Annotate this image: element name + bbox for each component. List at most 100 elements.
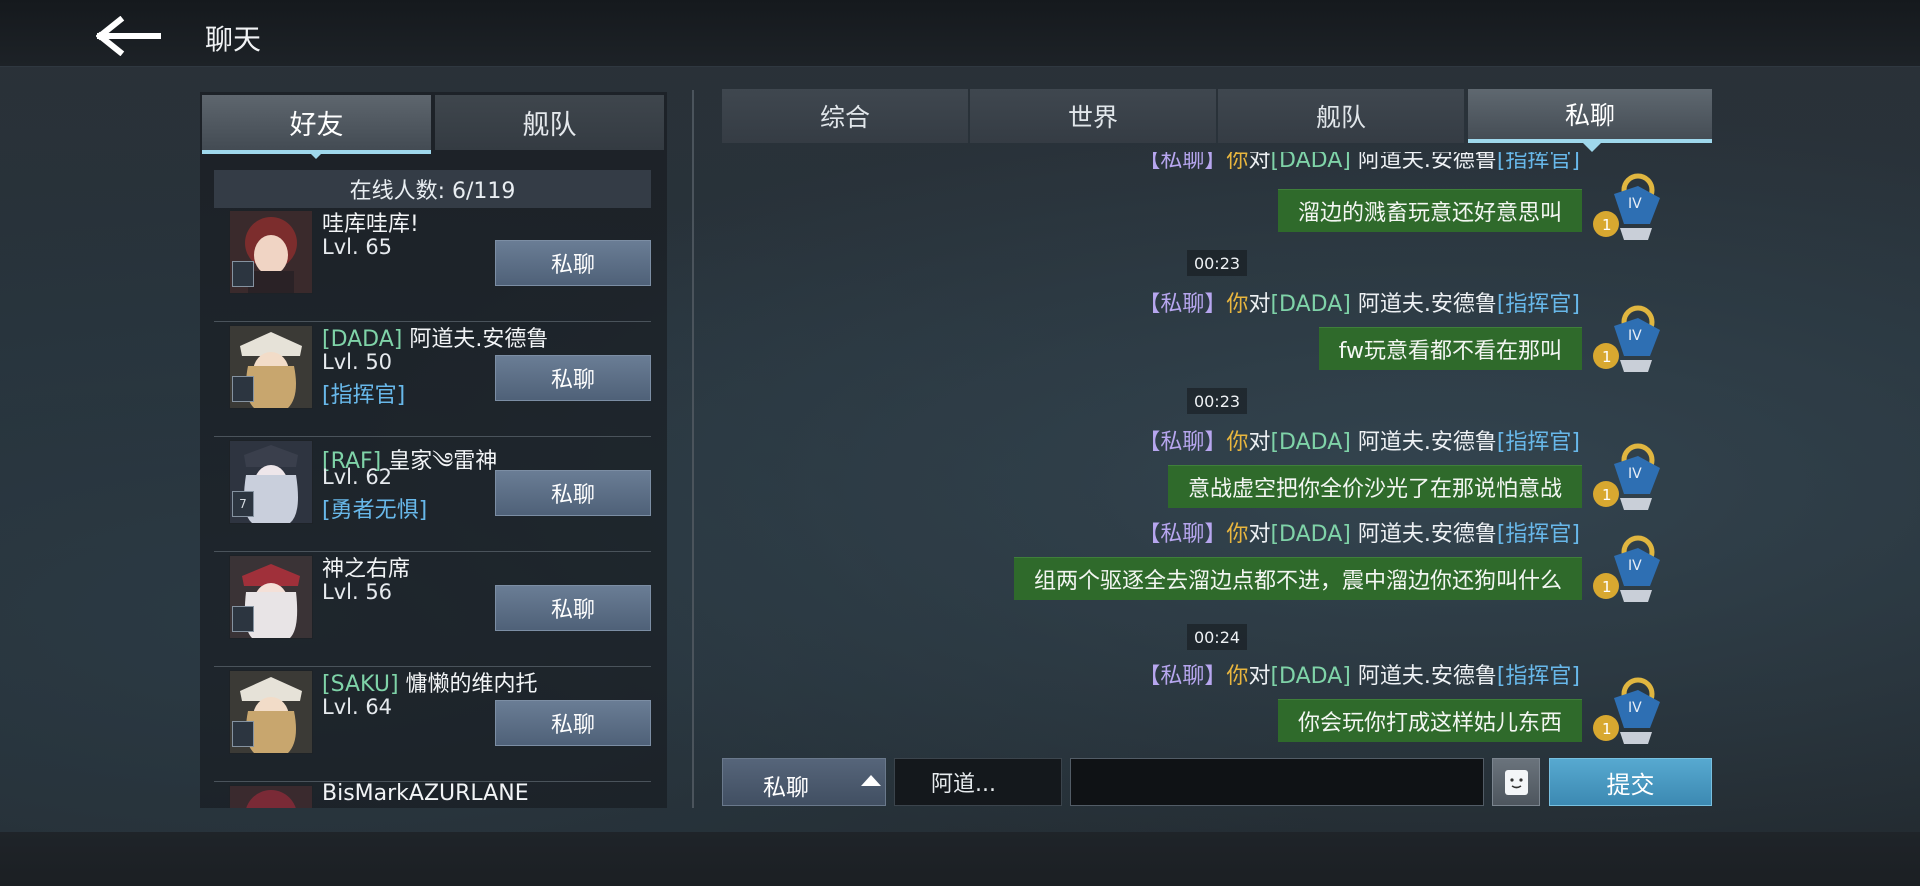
recipient-rank: [指挥官] (1496, 430, 1580, 455)
svg-text:1: 1 (1602, 216, 1612, 234)
private-chat-button[interactable]: 私聊 (495, 355, 651, 401)
bottom-band (0, 832, 1920, 886)
channel-select-label: 私聊 (763, 775, 809, 801)
message-header: 【私聊】你对[DADA] 阿道夫.安德鲁[指挥官] (1138, 286, 1580, 318)
chevron-up-icon (861, 775, 881, 786)
sender-label: 你 (1226, 664, 1249, 689)
timestamp: 00:23 (1187, 388, 1247, 414)
friend-level: Lvl. 65 (322, 235, 393, 259)
emoji-icon (1505, 770, 1528, 795)
avatar (229, 210, 313, 294)
private-chat-button[interactable]: 私聊 (495, 240, 651, 286)
tab-private[interactable]: 私聊 (1468, 89, 1712, 143)
panel-divider (692, 90, 694, 808)
channel-label: 【私聊】 (1138, 664, 1227, 689)
tab-fleet[interactable]: 舰队 (435, 95, 664, 150)
fleet-tag: [DADA] (1270, 152, 1351, 173)
friend-name-text: 哇库哇库! (322, 212, 419, 237)
message-header: 【私聊】你对[DADA] 阿道夫.安德鲁[指挥官] (1138, 658, 1580, 690)
sender-label: 你 (1226, 522, 1249, 547)
recipient-name: 阿道夫.安德鲁 (1350, 152, 1497, 173)
recipient-rank: [指挥官] (1496, 152, 1580, 173)
channel-label: 【私聊】 (1138, 152, 1227, 173)
rank-badge (232, 261, 254, 287)
tab-world[interactable]: 世界 (970, 89, 1216, 143)
sender-label: 你 (1226, 152, 1249, 173)
friend-name-text: 慵懒的维内托 (405, 672, 538, 697)
message-header: 【私聊】你对[DADA] 阿道夫.安德鲁[指挥官] (1138, 152, 1580, 174)
avatar (229, 670, 313, 754)
recipient-field[interactable]: 阿道... (894, 758, 1062, 806)
friend-row: BisMarkAZURLANE (214, 781, 651, 808)
private-chat-button[interactable]: 私聊 (495, 700, 651, 746)
message-bubble: fw玩意看都不看在那叫 (1318, 327, 1582, 370)
message-bubble: 溜边的溅畜玩意还好意思叫 (1277, 189, 1582, 232)
avatar: 7 (229, 440, 313, 524)
commander-medal-icon: IV 1 (1593, 535, 1660, 602)
rank-badge: 7 (232, 491, 254, 517)
svg-text:1: 1 (1602, 578, 1612, 596)
channel-select[interactable]: 私聊 (722, 758, 886, 806)
back-arrow-icon[interactable] (96, 16, 162, 56)
recipient-rank: [指挥官] (1496, 664, 1580, 689)
svg-text:1: 1 (1602, 486, 1612, 504)
friends-panel: 好友 舰队 在线人数: 6/119 哇库哇库! Lvl. 65 私聊 [DADA… (200, 92, 667, 808)
svg-text:1: 1 (1602, 720, 1612, 738)
svg-text:IV: IV (1628, 466, 1642, 482)
recipient-name: 阿道夫.安德鲁 (1350, 522, 1497, 547)
chat-channel-tabs: 综合 世界 舰队 私聊 (722, 89, 1712, 143)
message-bubble: 你会玩你打成这样姑儿东西 (1277, 699, 1582, 742)
message-header: 【私聊】你对[DADA] 阿道夫.安德鲁[指挥官] (1138, 424, 1580, 456)
svg-text:IV: IV (1628, 196, 1642, 212)
commander-medal-icon: IV 1 (1593, 677, 1660, 744)
avatar-portrait-icon (230, 786, 312, 808)
submit-button[interactable]: 提交 (1549, 758, 1712, 806)
channel-label: 【私聊】 (1138, 522, 1227, 547)
friend-level: Lvl. 50 (322, 350, 393, 374)
private-chat-button[interactable]: 私聊 (495, 470, 651, 516)
page-title: 聊天 (205, 23, 262, 56)
fleet-tag: [DADA] (322, 327, 403, 352)
message-bubble: 组两个驱逐全去溜边点都不进，震中溜边你还狗叫什么 (1013, 557, 1582, 600)
friend-row: 哇库哇库! Lvl. 65 私聊 (214, 210, 651, 322)
friend-row: [SAKU] 慵懒的维内托 Lvl. 64 私聊 (214, 666, 651, 782)
fleet-tag: [DADA] (1270, 430, 1351, 455)
tab-friends[interactable]: 好友 (202, 95, 431, 154)
timestamp: 00:24 (1187, 624, 1247, 650)
to-label: 对 (1248, 430, 1271, 455)
friend-name: 神之右席 (322, 551, 410, 583)
to-label: 对 (1248, 292, 1271, 317)
friend-name: [DADA] 阿道夫.安德鲁 (322, 321, 548, 353)
fleet-tag: [DADA] (1270, 292, 1351, 317)
svg-text:1: 1 (1602, 348, 1612, 366)
to-label: 对 (1248, 664, 1271, 689)
commander-medal-icon: IV 1 (1593, 443, 1660, 510)
avatar (229, 555, 313, 639)
recipient-name: 阿道夫.安德鲁 (1350, 664, 1497, 689)
channel-label: 【私聊】 (1138, 292, 1227, 317)
fleet-tag: [SAKU] (322, 672, 399, 697)
commander-medal-icon: IV 1 (1593, 305, 1660, 372)
friend-level: Lvl. 62 (322, 465, 393, 489)
sender-label: 你 (1226, 292, 1249, 317)
chat-messages[interactable]: 【私聊】你对[DADA] 阿道夫.安德鲁[指挥官] 溜边的溅畜玩意还好意思叫 I… (722, 152, 1682, 748)
recipient-name: 阿道夫.安德鲁 (1350, 292, 1497, 317)
friend-name: [SAKU] 慵懒的维内托 (322, 666, 538, 698)
emoji-button[interactable] (1492, 758, 1540, 806)
tab-general[interactable]: 综合 (722, 89, 968, 143)
tab-fleet-chat[interactable]: 舰队 (1218, 89, 1464, 143)
friend-level: Lvl. 56 (322, 580, 393, 604)
friend-row: [DADA] 阿道夫.安德鲁 Lvl. 50 [指挥官] 私聊 (214, 321, 651, 437)
friend-name: BisMarkAZURLANE (322, 781, 529, 806)
rank-badge (232, 606, 254, 632)
message-input[interactable] (1070, 758, 1484, 806)
private-chat-button[interactable]: 私聊 (495, 585, 651, 631)
friend-list[interactable]: 哇库哇库! Lvl. 65 私聊 [DADA] 阿道夫.安德鲁 Lvl. 50 … (214, 210, 651, 808)
message-bubble: 意战虚空把你全价沙光了在那说怕意战 (1167, 465, 1582, 508)
recipient-rank: [指挥官] (1496, 292, 1580, 317)
sender-label: 你 (1226, 430, 1249, 455)
svg-text:IV: IV (1628, 700, 1642, 716)
message-header: 【私聊】你对[DADA] 阿道夫.安德鲁[指挥官] (1138, 516, 1580, 548)
svg-text:IV: IV (1628, 328, 1642, 344)
friend-name-text: 阿道夫.安德鲁 (409, 327, 549, 352)
